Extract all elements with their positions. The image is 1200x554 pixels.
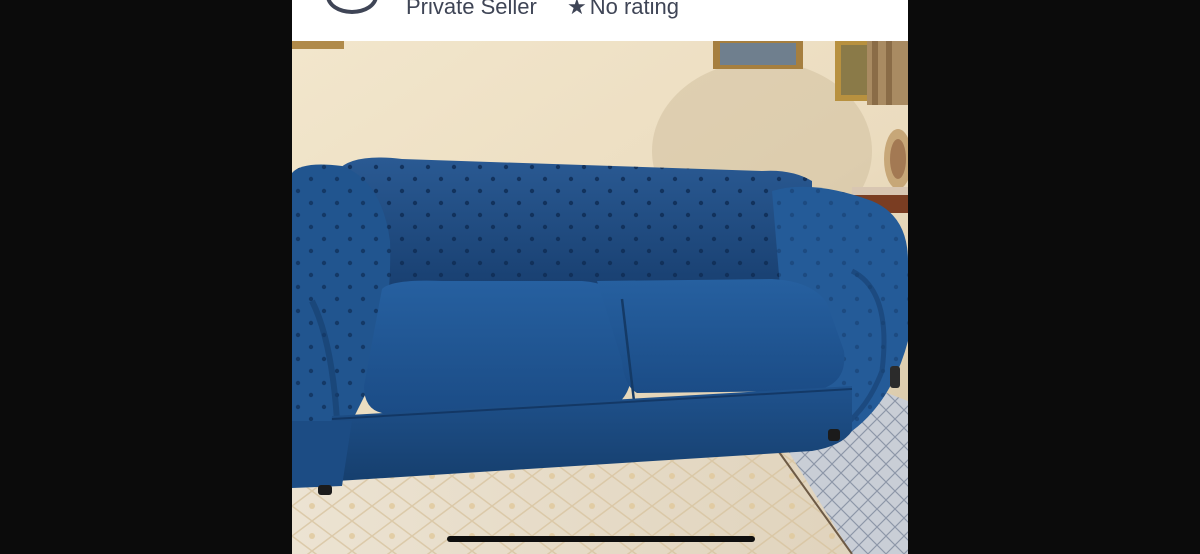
- seller-name[interactable]: Private Seller: [406, 0, 537, 20]
- sofa-foot: [828, 429, 840, 441]
- user-avatar-icon[interactable]: [326, 0, 378, 14]
- sofa-right-cushion: [597, 279, 845, 393]
- picture-frame: [292, 41, 344, 49]
- listing-view: Private Seller ★ No rating: [292, 0, 908, 554]
- sofa-foot: [318, 485, 332, 495]
- seller-rating: ★ No rating: [567, 0, 679, 20]
- sofa-left-cushion: [364, 280, 632, 413]
- screen: Private Seller ★ No rating: [0, 0, 1200, 554]
- listing-photo[interactable]: [292, 41, 908, 554]
- seller-header[interactable]: Private Seller ★ No rating: [292, 0, 908, 41]
- sofa-foot: [890, 366, 900, 388]
- sofa-photo-illustration: [292, 41, 908, 554]
- star-icon: ★: [567, 0, 587, 19]
- home-indicator[interactable]: [447, 536, 755, 542]
- rating-label: No rating: [589, 0, 680, 19]
